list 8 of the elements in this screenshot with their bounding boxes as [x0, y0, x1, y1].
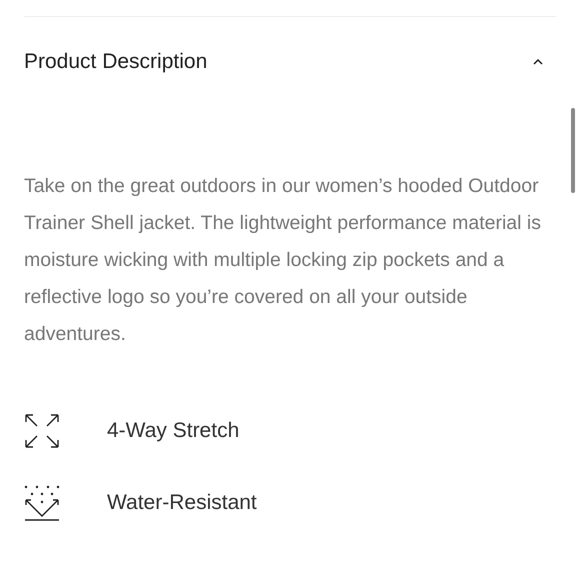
scrollbar[interactable] [571, 108, 575, 193]
water-drops-icon [24, 485, 60, 521]
chevron-icon [532, 58, 544, 66]
product-description: Take on the great outdoors in our women’s hooded Outdoor Trainer Shell jacket. The lightweight performance material is moisture wicking with multiple locking zip pockets and a reflective logo so you’re covered on all your outside adventures. [24, 174, 542, 347]
expand-arrows-icon [24, 413, 60, 449]
section-header[interactable]: Product Description [24, 49, 556, 75]
feature-label: 4-Way Stretch [107, 419, 240, 443]
feature-label: Water-Resistant [107, 491, 257, 515]
